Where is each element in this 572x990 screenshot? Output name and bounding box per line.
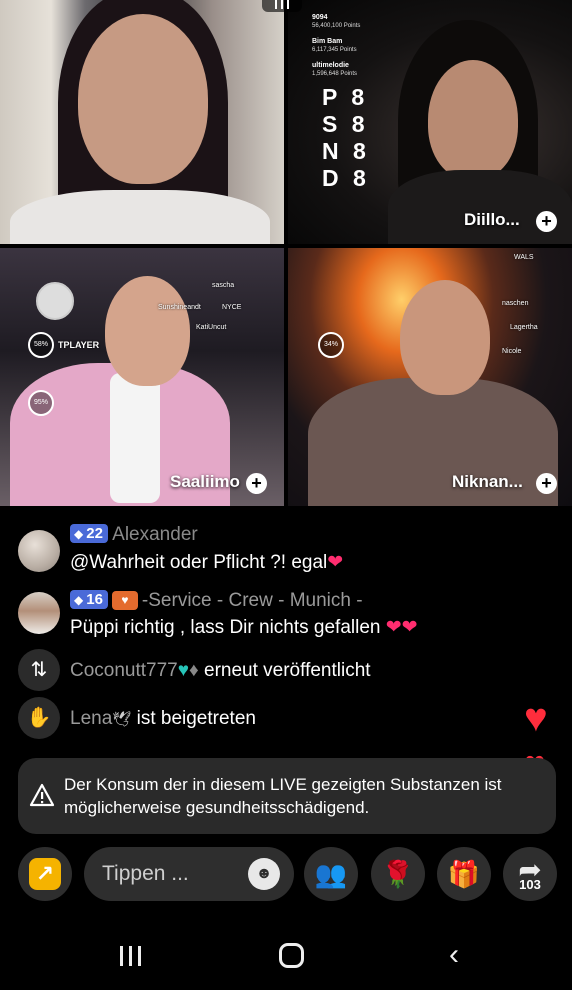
chat-event: ⇅ Coconutt777♥♦ erneut veröffentlicht [18, 649, 538, 691]
repost-icon: ⇅ [18, 649, 60, 691]
rose-icon: 🌹 [381, 859, 415, 889]
chat-message: ◆ 22 Alexander @Wahrheit oder Pflicht ?! … [18, 524, 538, 586]
share-button[interactable]: ➦ 103 [503, 847, 557, 901]
emoji-icon[interactable]: ☻ [248, 858, 280, 890]
diamond-icon: ◆ [74, 593, 84, 607]
overlay-label: Sunshineandt [158, 304, 201, 311]
gift-icon: 🎁 [447, 859, 481, 889]
comment-input-container[interactable]: ☻ [84, 847, 294, 901]
share-live-button[interactable]: ↗ [18, 847, 72, 901]
multi-guest-button[interactable]: 👥 [304, 847, 358, 901]
recent-apps-icon[interactable] [110, 938, 150, 972]
guest-video-face [428, 60, 518, 180]
grid-handle-icon[interactable] [262, 0, 302, 12]
rank-overlay: P 8 S 8 N 8 D 8 [322, 84, 370, 191]
people-icon: 👥 [314, 859, 348, 889]
avatar[interactable] [18, 592, 60, 634]
comment-input[interactable] [102, 857, 242, 891]
guest-name-label: Niknan... [452, 472, 523, 491]
overlay-label: sascha [212, 282, 235, 289]
chat-event: ✋ Lena🕊 ist beigetreten [18, 697, 538, 739]
percent-badge: 34% [318, 332, 344, 358]
home-icon[interactable] [272, 938, 312, 972]
guest-video-face [400, 280, 490, 395]
back-icon[interactable]: ‹ [434, 938, 474, 972]
warning-text: Der Konsum der in diesem LIVE gezeigten … [64, 775, 502, 817]
follow-plus-button[interactable]: + [246, 473, 267, 494]
chat-username[interactable]: ◆ 22 Alexander [70, 524, 198, 546]
guest-name-label: Saaliimo [170, 472, 240, 491]
host-video-face [78, 14, 208, 184]
overlay-label: NYCE [222, 304, 242, 311]
warning-icon [29, 783, 55, 807]
multi-guest-video-grid: 9094 56,400,100 Points Bim Bam 6,117,345 P… [0, 0, 572, 508]
rose-gift-button[interactable]: 🌹 [371, 847, 425, 901]
share-count: 103 [519, 877, 541, 892]
overlay-label: naschen [502, 300, 529, 307]
guest-video-body [388, 170, 572, 244]
video-tile-saaliimo[interactable]: 58% 95% TPLAYER sascha Sunshineandt NYCE… [0, 248, 284, 506]
wave-icon: ✋ [18, 697, 60, 739]
percent-badge: 95% [28, 390, 54, 416]
follow-plus-button[interactable]: + [536, 473, 557, 494]
overlay-label: KatiUncut [196, 324, 227, 331]
percent-badge: 58% [28, 332, 54, 358]
follow-plus-button[interactable]: + [536, 211, 557, 232]
host-video-body [10, 190, 270, 244]
guest-video-face [105, 276, 190, 386]
diamond-icon: ◆ [74, 527, 84, 541]
share-arrow-icon: ➦ [518, 854, 542, 885]
floating-heart-icon: ♥ [524, 696, 548, 740]
fan-badge-icon: ♥ [111, 591, 138, 610]
overlay-label: Lagertha [510, 324, 538, 331]
bottom-toolbar: ↗ ☻ 👥 🌹 🎁 ➦ 103 [0, 844, 572, 904]
leaderboard-overlay: 9094 56,400,100 Points Bim Bam 6,117,345 P… [312, 14, 361, 77]
chat-event-text: Lena🕊 ist beigetreten [70, 708, 256, 729]
avatar[interactable] [18, 530, 60, 572]
guest-name-label: Diillo... [464, 210, 520, 229]
arrow-up-right-icon: ↗ [29, 858, 61, 890]
chat-text: @Wahrheit oder Pflicht ?! egal❤ [70, 552, 344, 573]
guest-video-shirt [110, 373, 160, 503]
chat-message: ◆ 16 ♥ -Service - Crew - Munich - Püppi ric… [18, 590, 538, 648]
live-chat[interactable]: ◆ 22 Alexander @Wahrheit oder Pflicht ?! … [0, 508, 572, 758]
overlay-label: Nicole [502, 348, 522, 355]
system-nav-bar: ‹ [0, 924, 572, 990]
overlay-avatar-icon [36, 282, 74, 320]
overlay-label: WALS [514, 254, 534, 261]
chat-username[interactable]: ◆ 16 ♥ -Service - Crew - Munich - [70, 590, 363, 612]
overlay-label: TPLAYER [58, 340, 100, 350]
video-tile-diillo[interactable]: 9094 56,400,100 Points Bim Bam 6,117,345 P… [288, 0, 572, 244]
substance-warning-banner: Der Konsum der in diesem LIVE gezeigten … [18, 758, 556, 834]
video-tile-host[interactable] [0, 0, 284, 244]
gift-button[interactable]: 🎁 [437, 847, 491, 901]
chat-text: Püppi richtig , lass Dir nichts gefallen… [70, 617, 418, 638]
chat-event-text: Coconutt777♥♦ erneut veröffentlicht [70, 660, 371, 681]
chat-username[interactable]: Coconutt777 [70, 660, 178, 681]
level-badge: ◆ 22 [70, 524, 108, 543]
chat-username[interactable]: Lena [70, 708, 112, 729]
level-badge: ◆ 16 [70, 590, 108, 609]
video-tile-niknan[interactable]: 34% WALS naschen Lagertha Nicole Niknan.… [288, 248, 572, 506]
